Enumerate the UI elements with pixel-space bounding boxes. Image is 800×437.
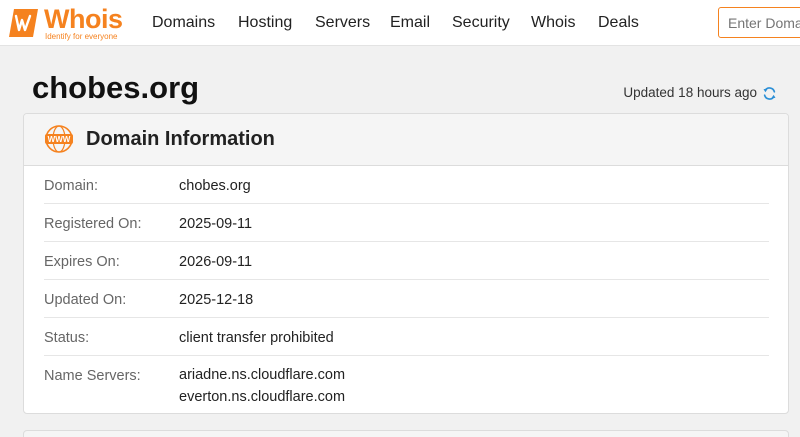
updated-status: Updated 18 hours ago bbox=[623, 84, 777, 102]
row-label: Expires On: bbox=[44, 254, 120, 270]
row-value: 2026-09-11 bbox=[179, 254, 253, 270]
row-value: 2025-12-18 bbox=[179, 292, 254, 308]
page-title: chobes.org bbox=[32, 70, 200, 105]
info-row-registered: Registered On: 2025-09-11 bbox=[44, 204, 769, 242]
nav-email[interactable]: Email bbox=[390, 13, 430, 33]
info-row-status: Status: client transfer prohibited bbox=[44, 318, 769, 356]
whois-logo[interactable]: Whois Identify for everyone bbox=[8, 4, 133, 42]
next-section-card bbox=[23, 430, 789, 437]
whois-logo-icon bbox=[9, 9, 38, 37]
name-server[interactable]: ariadne.ns.cloudflare.com bbox=[179, 364, 345, 386]
domain-info-table: Domain: chobes.org Registered On: 2025-0… bbox=[24, 166, 788, 413]
svg-text:WWW: WWW bbox=[48, 135, 71, 144]
nav-whois[interactable]: Whois bbox=[531, 13, 575, 33]
info-row-name-servers: Name Servers: ariadne.ns.cloudflare.com … bbox=[44, 356, 769, 413]
row-label: Updated On: bbox=[44, 292, 127, 308]
nav-security[interactable]: Security bbox=[452, 13, 510, 33]
row-value: client transfer prohibited bbox=[179, 330, 334, 346]
logo-wordmark: Whois bbox=[44, 4, 123, 34]
row-label: Name Servers: bbox=[44, 368, 141, 384]
name-server[interactable]: everton.ns.cloudflare.com bbox=[179, 386, 345, 408]
logo-tagline: Identify for everyone bbox=[45, 32, 118, 41]
www-globe-icon: WWW bbox=[45, 125, 73, 153]
card-title: Domain Information bbox=[86, 128, 275, 150]
row-label: Domain: bbox=[44, 178, 98, 194]
nav-deals[interactable]: Deals bbox=[598, 13, 639, 33]
domain-search-input[interactable] bbox=[719, 8, 800, 37]
card-header: WWW Domain Information bbox=[24, 114, 788, 166]
row-label: Status: bbox=[44, 330, 90, 346]
nav-hosting[interactable]: Hosting bbox=[238, 13, 292, 33]
domain-information-card: WWW Domain Information Domain: chobes.or… bbox=[23, 113, 789, 414]
row-value: chobes.org bbox=[179, 178, 251, 194]
refresh-icon[interactable] bbox=[762, 86, 777, 101]
info-row-updated: Updated On: 2025-12-18 bbox=[44, 280, 769, 318]
row-label: Registered On: bbox=[44, 216, 142, 232]
updated-text: Updated 18 hours ago bbox=[623, 85, 757, 100]
row-value: ariadne.ns.cloudflare.com everton.ns.clo… bbox=[179, 364, 345, 408]
info-row-domain: Domain: chobes.org bbox=[44, 166, 769, 204]
top-navbar: Whois Identify for everyone Domains Host… bbox=[0, 0, 800, 46]
info-row-expires: Expires On: 2026-09-11 bbox=[44, 242, 769, 280]
nav-servers[interactable]: Servers bbox=[315, 13, 370, 33]
nav-domains[interactable]: Domains bbox=[152, 13, 215, 33]
row-value: 2025-09-11 bbox=[179, 216, 253, 232]
domain-search bbox=[718, 7, 800, 38]
